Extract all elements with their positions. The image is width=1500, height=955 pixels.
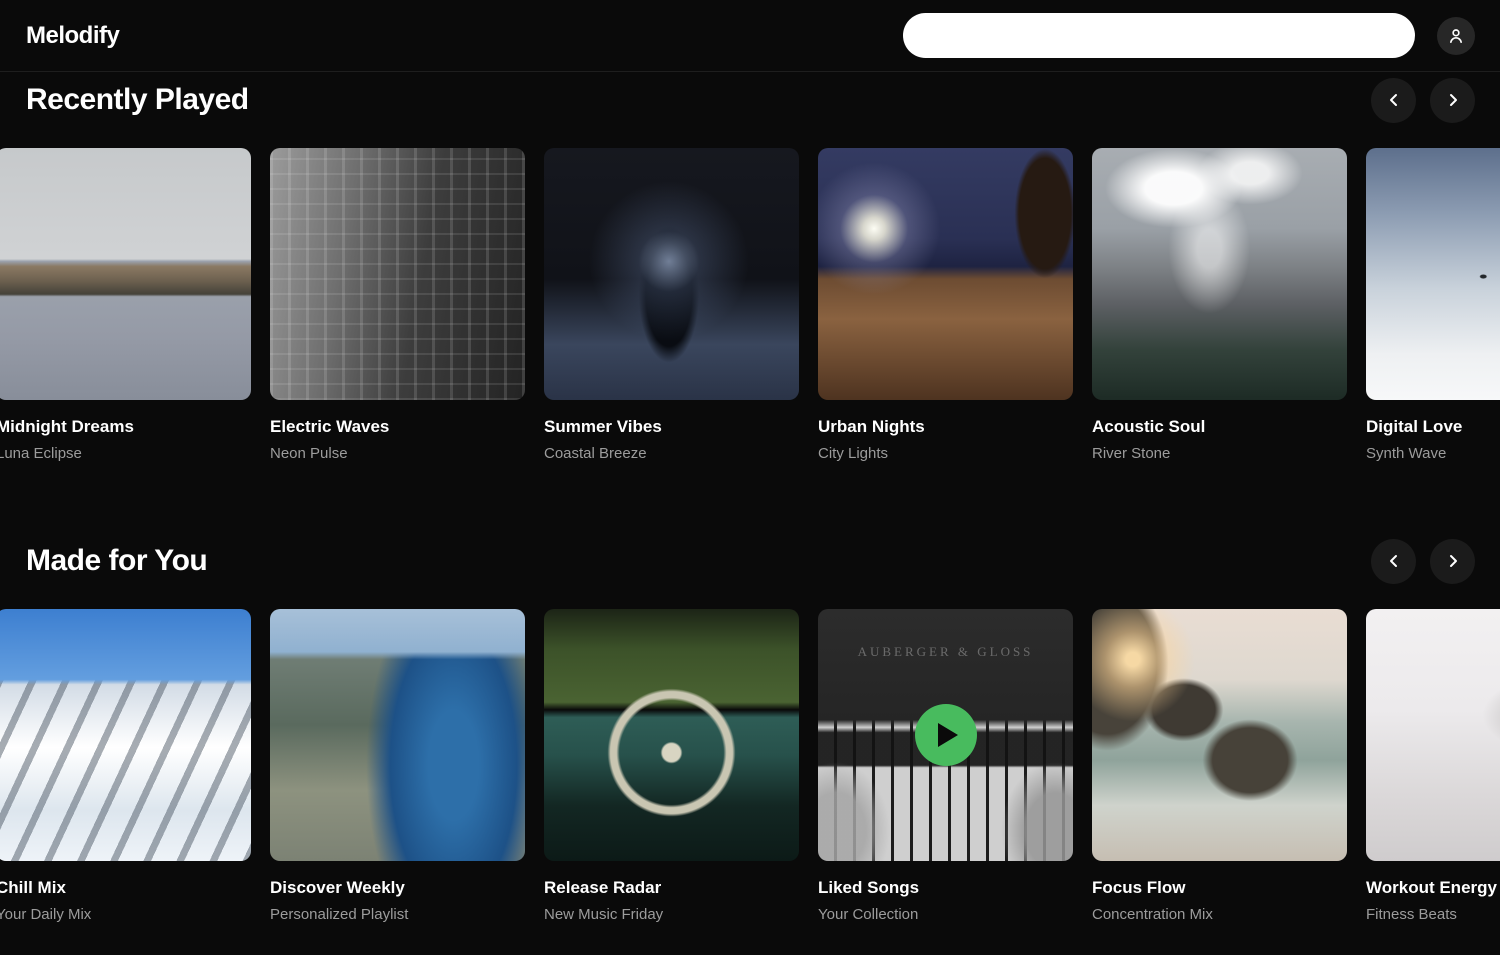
card-subtitle: Concentration Mix — [1092, 904, 1347, 926]
carousel-prev-button[interactable] — [1371, 539, 1416, 584]
card-subtitle: Your Daily Mix — [0, 904, 251, 926]
card-title: Urban Nights — [818, 416, 1073, 438]
album-art-text: AUBERGER & GLOSS — [818, 644, 1073, 660]
album-art — [544, 609, 799, 861]
card-subtitle: Your Collection — [818, 904, 1073, 926]
search-input[interactable] — [903, 13, 1415, 58]
playlist-card[interactable]: AUBERGER & GLOSS Liked Songs Your Collec… — [818, 609, 1073, 926]
playlist-card[interactable]: Electric Waves Neon Pulse — [270, 148, 525, 465]
playlist-card[interactable]: Urban Nights City Lights — [818, 148, 1073, 465]
card-title: Acoustic Soul — [1092, 416, 1347, 438]
album-art — [544, 148, 799, 400]
card-title: Liked Songs — [818, 877, 1073, 899]
carousel-track: Chill Mix Your Daily Mix Discover Weekly… — [0, 609, 1500, 926]
section-title: Recently Played — [26, 83, 249, 117]
card-title: Midnight Dreams — [0, 416, 251, 438]
album-art — [1366, 148, 1500, 400]
playlist-card[interactable]: Summer Vibes Coastal Breeze — [544, 148, 799, 465]
section-title: Made for You — [26, 544, 207, 578]
section-header: Recently Played — [0, 77, 1500, 123]
section-header: Made for You — [0, 538, 1500, 584]
carousel-nav — [1371, 539, 1475, 584]
card-title: Chill Mix — [0, 877, 251, 899]
card-title: Workout Energy — [1366, 877, 1500, 899]
section-recently-played: Recently Played Midnight Dreams — [0, 77, 1500, 465]
album-art — [818, 148, 1073, 400]
card-title: Summer Vibes — [544, 416, 799, 438]
playlist-card[interactable]: Release Radar New Music Friday — [544, 609, 799, 926]
album-art — [0, 609, 251, 861]
chevron-right-icon — [1445, 92, 1461, 108]
carousel: Chill Mix Your Daily Mix Discover Weekly… — [0, 609, 1500, 926]
album-art — [270, 148, 525, 400]
album-art: AUBERGER & GLOSS — [818, 609, 1073, 861]
album-art — [1366, 609, 1500, 861]
album-art — [270, 609, 525, 861]
carousel-prev-button[interactable] — [1371, 78, 1416, 123]
section-made-for-you: Made for You Chill Mix — [0, 538, 1500, 926]
album-art — [0, 148, 251, 400]
card-subtitle: Luna Eclipse — [0, 443, 251, 465]
card-subtitle: River Stone — [1092, 443, 1347, 465]
chevron-right-icon — [1445, 553, 1461, 569]
app-logo[interactable]: Melodify — [26, 22, 119, 50]
carousel-nav — [1371, 78, 1475, 123]
chevron-left-icon — [1386, 553, 1402, 569]
playlist-card[interactable]: Acoustic Soul River Stone — [1092, 148, 1347, 465]
playlist-card[interactable]: Chill Mix Your Daily Mix — [0, 609, 251, 926]
play-icon — [938, 723, 958, 747]
playlist-card[interactable]: Focus Flow Concentration Mix — [1092, 609, 1347, 926]
user-icon — [1446, 26, 1466, 46]
profile-button[interactable] — [1437, 17, 1475, 55]
carousel-next-button[interactable] — [1430, 78, 1475, 123]
card-subtitle: Coastal Breeze — [544, 443, 799, 465]
album-art — [1092, 148, 1347, 400]
card-title: Discover Weekly — [270, 877, 525, 899]
play-button[interactable] — [915, 704, 977, 766]
carousel: Midnight Dreams Luna Eclipse Electric Wa… — [0, 148, 1500, 465]
playlist-card[interactable]: Midnight Dreams Luna Eclipse — [0, 148, 251, 465]
content: Recently Played Midnight Dreams — [0, 72, 1500, 926]
card-title: Focus Flow — [1092, 877, 1347, 899]
card-subtitle: New Music Friday — [544, 904, 799, 926]
playlist-card[interactable]: Digital Love Synth Wave — [1366, 148, 1500, 465]
card-title: Digital Love — [1366, 416, 1500, 438]
card-subtitle: Personalized Playlist — [270, 904, 525, 926]
playlist-card[interactable]: Workout Energy Fitness Beats — [1366, 609, 1500, 926]
card-subtitle: Neon Pulse — [270, 443, 525, 465]
playlist-card[interactable]: Discover Weekly Personalized Playlist — [270, 609, 525, 926]
card-subtitle: Synth Wave — [1366, 443, 1500, 465]
card-title: Electric Waves — [270, 416, 525, 438]
carousel-next-button[interactable] — [1430, 539, 1475, 584]
chevron-left-icon — [1386, 92, 1402, 108]
album-art — [1092, 609, 1347, 861]
carousel-track: Midnight Dreams Luna Eclipse Electric Wa… — [0, 148, 1500, 465]
card-subtitle: City Lights — [818, 443, 1073, 465]
card-title: Release Radar — [544, 877, 799, 899]
card-subtitle: Fitness Beats — [1366, 904, 1500, 926]
app-header: Melodify — [0, 0, 1500, 72]
